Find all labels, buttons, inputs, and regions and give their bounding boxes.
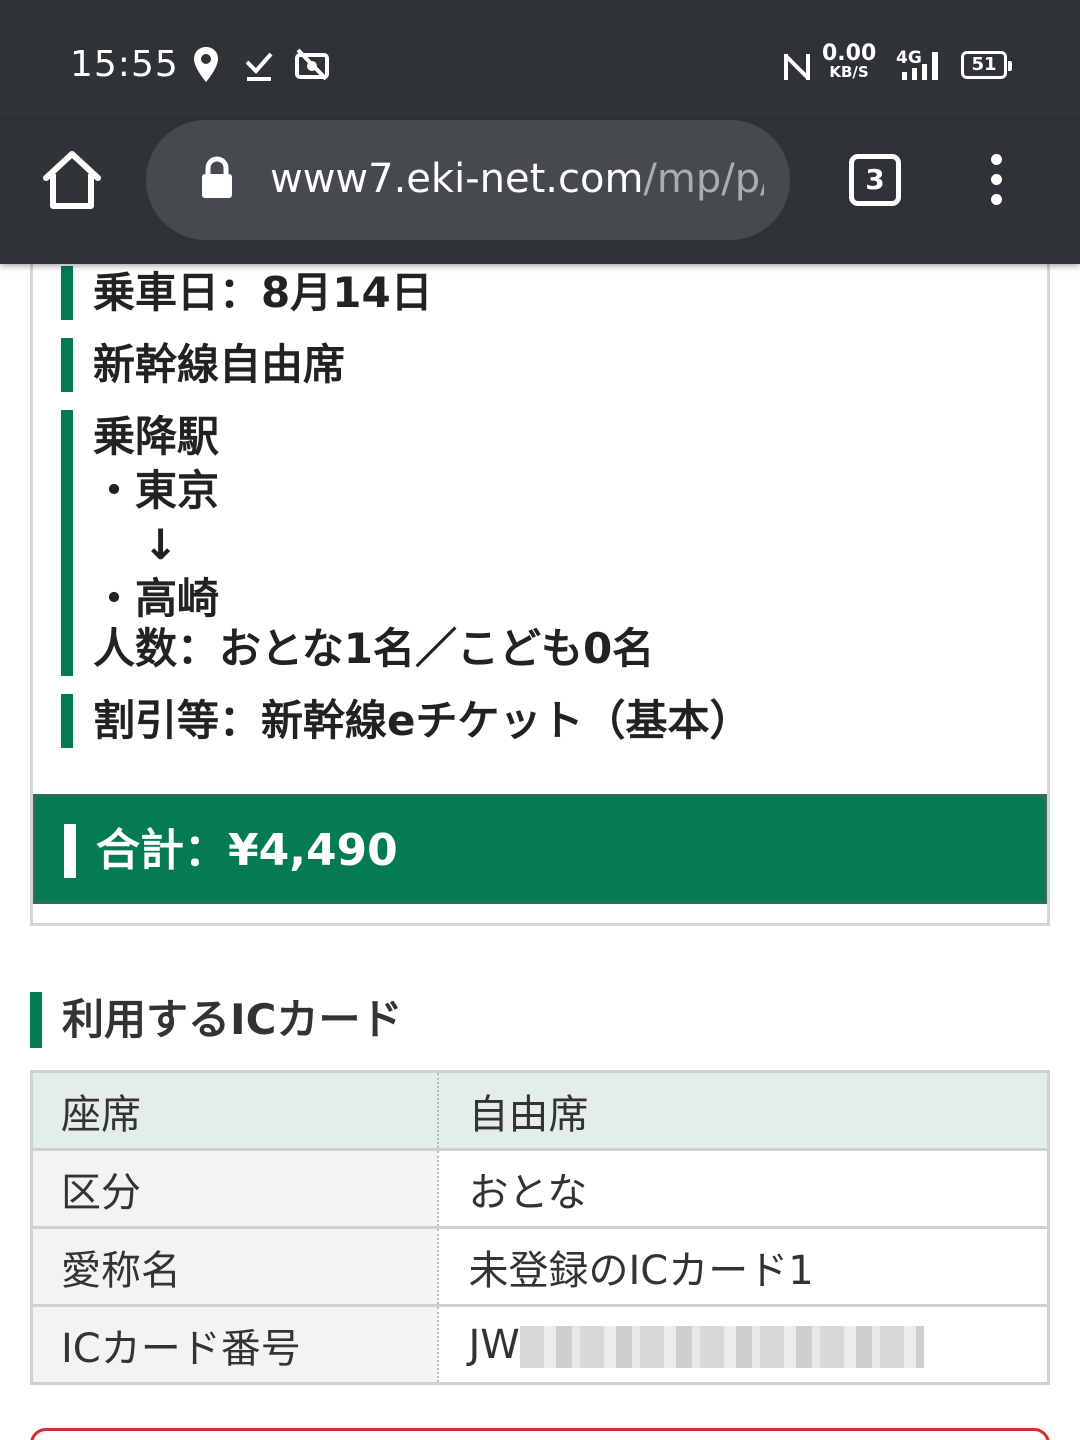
- stations-label: 乗降駅: [93, 412, 220, 461]
- ic-card-table: 座席 自由席 区分 おとな 愛称名 未登録のICカード1 ICカード番号 JW: [30, 1070, 1050, 1385]
- network-type: 4G: [896, 48, 922, 68]
- nickname-value: 未登録のICカード1: [437, 1227, 1049, 1307]
- download-done-icon: [245, 52, 273, 81]
- card-number-key: ICカード番号: [31, 1305, 439, 1385]
- url-host: www7.eki-net.com: [270, 156, 644, 202]
- discount-type: 割引等：新幹線eチケット（基本）: [61, 694, 752, 748]
- nfc-icon: [784, 54, 810, 80]
- warning-box: [30, 1428, 1050, 1440]
- masked-card-number: [519, 1325, 924, 1368]
- card-number-prefix: JW: [468, 1321, 520, 1368]
- ticket-summary: 乗車日：8月14日 新幹線自由席 乗降駅 ・東京 ↓ ・高崎 人数：おとな1名／…: [30, 264, 1050, 926]
- lock-icon: [202, 156, 232, 198]
- home-icon[interactable]: [40, 148, 104, 212]
- address-bar[interactable]: www7.eki-net.com/mp/p/: [146, 120, 790, 240]
- passenger-count: 人数：おとな1名／こども0名: [61, 622, 654, 676]
- to-station: ・高崎: [93, 574, 220, 623]
- seat-value: 自由席: [437, 1071, 1049, 1151]
- url-path: /mp/p/: [643, 156, 764, 202]
- status-bar: 15:55 0.00 KB/S 4G 51: [0, 0, 1080, 120]
- browser-toolbar: www7.eki-net.com/mp/p/ 3: [0, 120, 1080, 264]
- url-text[interactable]: www7.eki-net.com/mp/p/: [270, 156, 764, 202]
- page-content: 乗車日：8月14日 新幹線自由席 乗降駅 ・東京 ↓ ・高崎 人数：おとな1名／…: [0, 264, 1080, 1440]
- signal-icon: 4G: [896, 48, 938, 80]
- tab-switcher-button[interactable]: 3: [849, 154, 901, 206]
- seat-key: 座席: [31, 1071, 439, 1151]
- table-row: 区分 おとな: [31, 1149, 1049, 1229]
- stations: 乗降駅 ・東京 ↓ ・高崎: [61, 410, 219, 626]
- no-photo-icon: [295, 48, 329, 81]
- from-station: ・東京: [93, 466, 220, 515]
- total-bar: 合計：¥4,490: [33, 794, 1047, 904]
- location-icon: [194, 47, 218, 82]
- table-row: 愛称名 未登録のICカード1: [31, 1227, 1049, 1307]
- network-speed: 0.00 KB/S: [822, 41, 877, 81]
- category-key: 区分: [31, 1149, 439, 1229]
- table-row: ICカード番号 JW: [31, 1305, 1049, 1385]
- total-price: 合計：¥4,490: [64, 824, 398, 878]
- ic-card-section-title: 利用するICカード: [30, 992, 402, 1048]
- table-row: 座席 自由席: [31, 1071, 1049, 1151]
- status-time: 15:55: [70, 44, 179, 85]
- ride-date: 乗車日：8月14日: [61, 266, 433, 320]
- card-number-value: JW: [437, 1305, 1049, 1385]
- nickname-key: 愛称名: [31, 1227, 439, 1307]
- more-menu-icon[interactable]: [976, 154, 1016, 208]
- route-arrow: ↓: [143, 520, 179, 569]
- seat-type: 新幹線自由席: [61, 338, 345, 392]
- category-value: おとな: [437, 1149, 1049, 1229]
- battery-icon: 51: [961, 51, 1012, 79]
- battery-level: 51: [971, 54, 997, 75]
